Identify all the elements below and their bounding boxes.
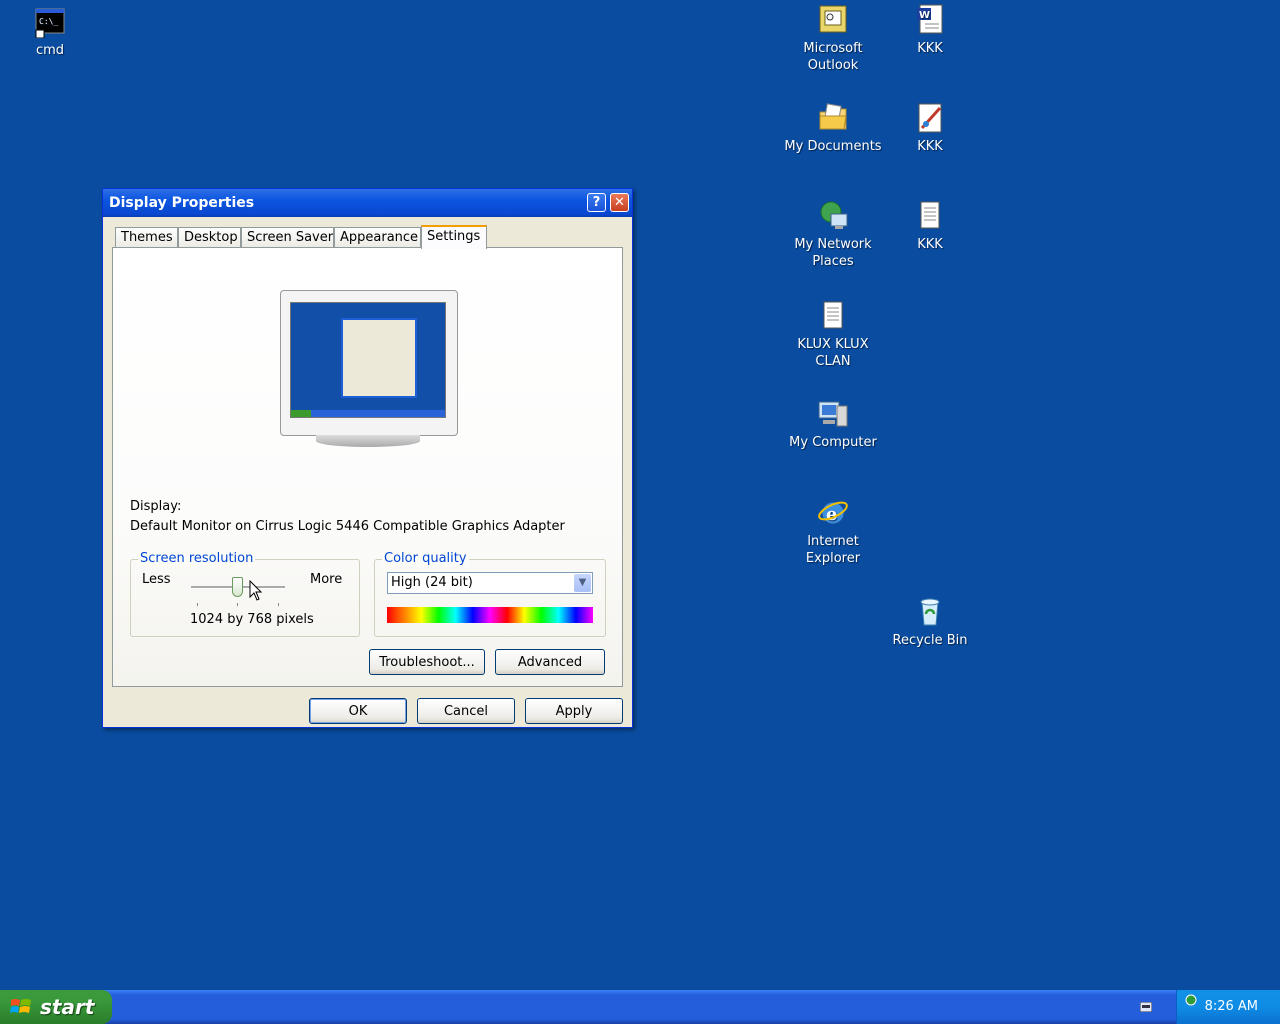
desktop-icon-recycle-bin[interactable]: Recycle Bin <box>880 596 980 649</box>
word-document-icon: W <box>914 4 946 36</box>
slider-tick <box>197 603 198 606</box>
ok-button[interactable]: OK <box>309 698 407 724</box>
text-document-icon <box>817 300 849 332</box>
tab-settings[interactable]: Settings <box>421 225 487 249</box>
preview-start-button <box>291 410 311 417</box>
command-prompt-icon: C:\_ <box>34 6 66 39</box>
advanced-button[interactable]: Advanced <box>495 649 605 675</box>
tab-appearance[interactable]: Appearance <box>334 227 421 247</box>
desktop-icon-klux-klux-clan[interactable]: KLUX KLUX CLAN <box>783 300 883 370</box>
start-label: start <box>40 995 95 1019</box>
network-places-icon <box>817 200 849 232</box>
desktop-icon-label: KKK <box>917 237 943 252</box>
desktop-icon-kkk-word[interactable]: W KKK <box>880 4 980 57</box>
mouse-cursor-icon <box>249 580 263 601</box>
screen-resolution-title: Screen resolution <box>138 551 256 567</box>
svg-text:C:\_: C:\_ <box>39 17 58 26</box>
internet-explorer-icon: e <box>817 497 849 529</box>
desktop-icon-label: Recycle Bin <box>892 633 968 648</box>
monitor-stand <box>316 435 420 447</box>
desktop-icon-label: KKK <box>917 41 943 56</box>
color-quality-select[interactable]: High (24 bit) ▼ <box>387 572 593 594</box>
desktop-icon-my-network-places[interactable]: My Network Places <box>783 200 883 270</box>
tab-desktop[interactable]: Desktop <box>178 227 241 247</box>
desktop-icon-label: Internet Explorer <box>805 534 861 566</box>
color-quality-spectrum <box>387 607 593 623</box>
dialog-title: Display Properties <box>109 195 255 211</box>
taskbar: start 8:26 AM <box>0 990 1280 1024</box>
desktop-icon-outlook[interactable]: Microsoft Outlook <box>783 4 883 74</box>
display-label: Display: <box>130 499 182 514</box>
desktop-icon-label: My Documents <box>784 139 882 154</box>
desktop-icon-label: KLUX KLUX CLAN <box>797 337 869 369</box>
desktop-icon-label: cmd <box>35 43 65 58</box>
svg-text:W: W <box>919 10 930 21</box>
system-tray: 8:26 AM <box>1176 990 1280 1024</box>
paint-image-icon <box>914 102 946 134</box>
monitor-screen <box>290 302 446 418</box>
settings-panel: Display: Default Monitor on Cirrus Logic… <box>112 247 623 687</box>
chevron-down-icon[interactable]: ▼ <box>574 574 591 592</box>
help-button[interactable]: ? <box>587 193 606 212</box>
preview-window <box>341 318 417 398</box>
windows-logo-icon <box>10 999 31 1013</box>
resolution-more-label: More <box>310 572 343 587</box>
slider-tick <box>237 603 238 606</box>
desktop-icon-label: KKK <box>917 139 943 154</box>
close-button[interactable]: ✕ <box>610 193 629 212</box>
cancel-button[interactable]: Cancel <box>417 698 515 724</box>
help-icon: ? <box>592 195 601 210</box>
network-tray-icon[interactable] <box>1185 994 1197 1006</box>
tab-themes[interactable]: Themes <box>115 227 178 247</box>
desktop-icon-cmd[interactable]: C:\_ cmd <box>0 6 100 59</box>
display-value: Default Monitor on Cirrus Logic 5446 Com… <box>130 519 565 534</box>
desktop-icon-my-documents[interactable]: My Documents <box>783 102 883 155</box>
dialog-titlebar[interactable]: Display Properties ? ✕ <box>103 189 632 217</box>
monitor-case <box>280 290 458 436</box>
clock[interactable]: 8:26 AM <box>1205 999 1258 1014</box>
close-icon: ✕ <box>614 195 625 210</box>
desktop-icon-kkk-paint[interactable]: KKK <box>880 102 980 155</box>
apply-button[interactable]: Apply <box>525 698 623 724</box>
slider-tick <box>278 603 279 606</box>
resolution-slider-thumb[interactable] <box>232 577 243 597</box>
screen-resolution-group: Screen resolution Less More 1024 by 768 … <box>130 551 360 637</box>
desktop-icon-label: My Network Places <box>794 237 872 269</box>
preview-taskbar <box>291 410 445 417</box>
monitor-preview <box>280 290 458 450</box>
language-bar-icon[interactable] <box>1140 1002 1152 1012</box>
resolution-less-label: Less <box>142 572 171 587</box>
start-button[interactable]: start <box>0 990 112 1024</box>
color-quality-group: Color quality High (24 bit) ▼ <box>374 551 606 637</box>
desktop-icon-label: My Computer <box>789 435 877 450</box>
recycle-bin-icon <box>914 596 946 628</box>
my-computer-icon <box>817 398 849 430</box>
desktop-icon-label: Microsoft Outlook <box>803 41 863 73</box>
desktop-icon-my-computer[interactable]: My Computer <box>783 398 883 451</box>
color-quality-title: Color quality <box>382 551 469 567</box>
display-properties-dialog: Display Properties ? ✕ Themes Desktop Sc… <box>102 188 633 728</box>
tab-screen-saver[interactable]: Screen Saver <box>241 227 334 247</box>
resolution-value: 1024 by 768 pixels <box>190 612 314 627</box>
text-document-icon <box>914 200 946 232</box>
desktop-icon-internet-explorer[interactable]: e Internet Explorer <box>783 497 883 567</box>
folder-icon <box>817 102 849 134</box>
desktop-icon-kkk-text[interactable]: KKK <box>880 200 980 253</box>
troubleshoot-button[interactable]: Troubleshoot... <box>369 649 485 675</box>
outlook-icon <box>817 4 849 36</box>
color-quality-value: High (24 bit) <box>391 575 473 590</box>
